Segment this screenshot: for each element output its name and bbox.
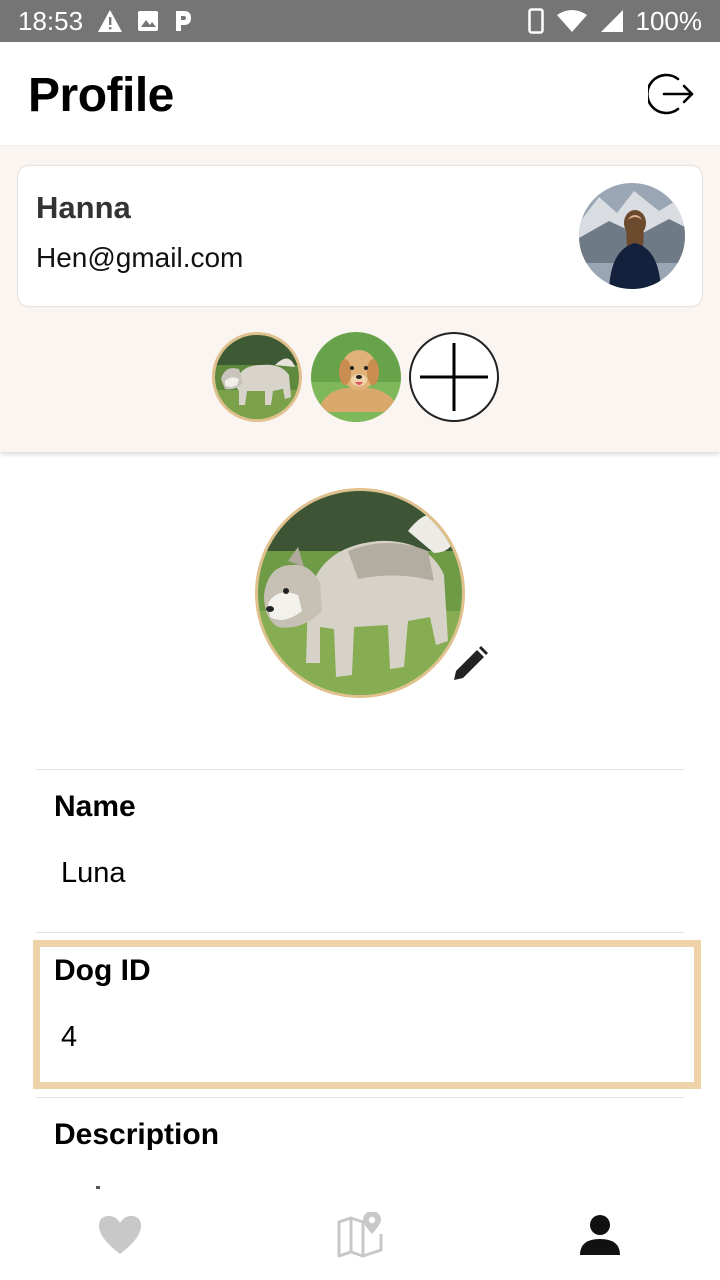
status-bar: 18:53 100% bbox=[0, 0, 720, 42]
user-email: Hen@gmail.com bbox=[36, 242, 244, 273]
signal-icon bbox=[600, 9, 624, 33]
divider bbox=[36, 769, 684, 770]
edit-photo-button[interactable] bbox=[450, 644, 490, 684]
pencil-icon bbox=[454, 646, 488, 680]
divider bbox=[36, 1097, 684, 1098]
description-value[interactable] bbox=[96, 1186, 100, 1189]
add-dog-button[interactable] bbox=[409, 332, 499, 422]
header: Profile bbox=[0, 42, 720, 146]
bottom-nav bbox=[0, 1192, 720, 1280]
image-icon bbox=[137, 10, 159, 32]
dog-id-value[interactable]: 4 bbox=[61, 1021, 77, 1054]
user-avatar[interactable] bbox=[579, 183, 685, 289]
plus-icon bbox=[420, 343, 488, 411]
description-label: Description bbox=[54, 1118, 220, 1151]
user-name: Hanna bbox=[36, 190, 131, 225]
nav-map[interactable] bbox=[330, 1210, 390, 1260]
heart-icon bbox=[99, 1216, 141, 1254]
status-time: 18:53 bbox=[18, 5, 84, 36]
person-icon bbox=[580, 1215, 620, 1255]
logout-button[interactable] bbox=[646, 68, 698, 120]
divider bbox=[36, 932, 684, 933]
dog-id-label: Dog ID bbox=[54, 954, 151, 987]
nav-profile[interactable] bbox=[570, 1210, 630, 1260]
name-value[interactable]: Luna bbox=[61, 857, 126, 890]
user-card: Hanna Hen@gmail.com bbox=[17, 165, 703, 307]
dog-photo bbox=[255, 488, 465, 698]
wifi-icon bbox=[556, 9, 588, 33]
profile-section: Hanna Hen@gmail.com bbox=[0, 146, 720, 452]
phone-icon bbox=[527, 8, 544, 34]
dog-thumbnails bbox=[0, 332, 720, 422]
dog-thumb-golden[interactable] bbox=[311, 332, 401, 422]
dog-thumb-husky[interactable] bbox=[212, 332, 302, 422]
warning-icon bbox=[97, 9, 123, 33]
map-pin-icon bbox=[337, 1212, 383, 1258]
page-title: Profile bbox=[28, 69, 174, 122]
nav-favorites[interactable] bbox=[90, 1210, 150, 1260]
name-label: Name bbox=[54, 790, 136, 823]
battery-percent: 100% bbox=[635, 5, 703, 36]
parking-icon bbox=[173, 9, 193, 33]
status-right: 100% bbox=[527, 5, 703, 37]
logout-icon bbox=[648, 73, 694, 115]
status-left: 18:53 bbox=[18, 6, 193, 37]
